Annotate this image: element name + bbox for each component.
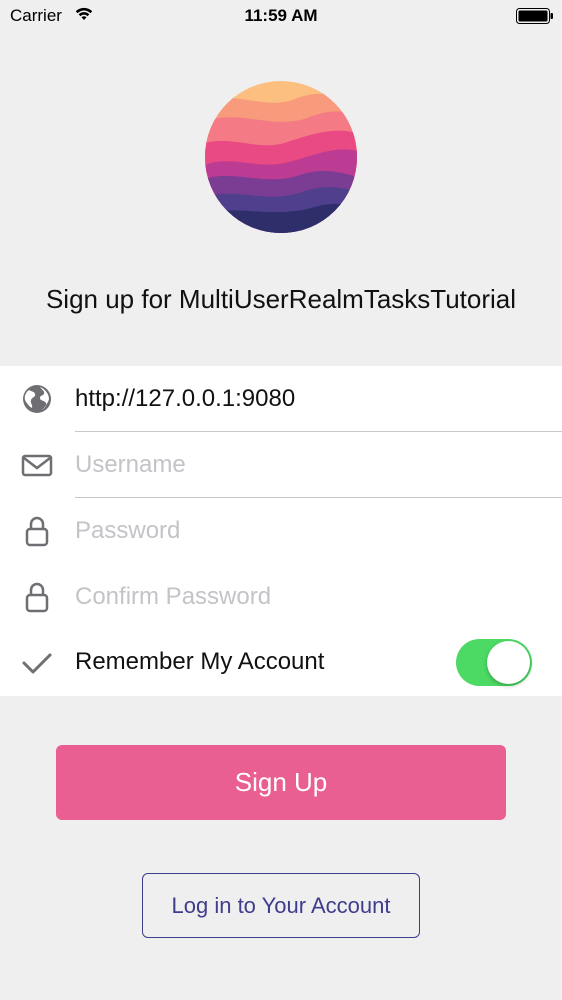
toggle-knob bbox=[487, 641, 530, 684]
checkmark-icon bbox=[22, 653, 52, 674]
server-url-row bbox=[0, 366, 562, 432]
password-input[interactable] bbox=[75, 512, 525, 550]
log-in-button[interactable]: Log in to Your Account bbox=[142, 873, 420, 938]
remember-account-row: Remember My Account bbox=[0, 630, 562, 696]
page-title: Sign up for MultiUserRealmTasksTutorial bbox=[45, 284, 517, 314]
battery-icon bbox=[516, 8, 553, 24]
clock-time: 11:59 AM bbox=[244, 6, 318, 25]
remember-account-label: Remember My Account bbox=[75, 648, 325, 675]
remember-account-toggle[interactable] bbox=[456, 639, 532, 686]
confirm-password-row bbox=[0, 564, 562, 630]
globe-icon bbox=[23, 385, 51, 413]
realm-logo bbox=[205, 81, 357, 233]
signup-form: Remember My Account bbox=[0, 366, 562, 696]
username-row bbox=[0, 432, 562, 498]
username-input[interactable] bbox=[75, 446, 525, 484]
lock-icon bbox=[25, 516, 49, 547]
server-url-input[interactable] bbox=[75, 380, 525, 418]
sign-up-button[interactable]: Sign Up bbox=[56, 745, 506, 820]
confirm-password-input[interactable] bbox=[75, 578, 525, 616]
password-row bbox=[0, 498, 562, 564]
lock-icon bbox=[25, 582, 49, 613]
status-bar: Carrier 11:59 AM bbox=[0, 0, 562, 32]
envelope-icon bbox=[21, 454, 53, 477]
